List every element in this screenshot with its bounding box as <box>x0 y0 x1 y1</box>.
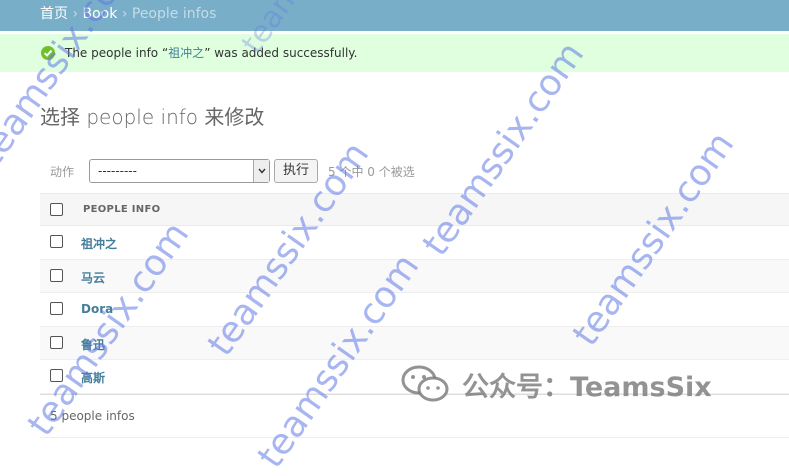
actions-bar: 动作 --------- 执行 5 个中 0 个被选 <box>40 158 789 184</box>
row-checkbox[interactable] <box>50 335 63 349</box>
result-list: PEOPLE INFO 祖冲之 马云 Dora 鲁迅 高斯 <box>40 193 789 394</box>
breadcrumb: 首页 › Book › People infos <box>0 0 789 31</box>
table-header: PEOPLE INFO <box>40 193 789 226</box>
table-row: 马云 <box>40 259 789 293</box>
breadcrumb-separator: › <box>72 6 79 22</box>
breadcrumb-home-link[interactable]: 首页 <box>40 6 68 22</box>
column-header-people-info[interactable]: PEOPLE INFO <box>83 204 160 215</box>
row-checkbox[interactable] <box>50 268 63 282</box>
table-row: 祖冲之 <box>40 226 789 260</box>
breadcrumb-separator: › <box>121 6 128 22</box>
chevron-down-icon[interactable] <box>253 160 269 182</box>
selection-counter: 5 个中 0 个被选 <box>328 164 415 179</box>
go-button[interactable]: 执行 <box>274 159 318 183</box>
row-checkbox[interactable] <box>50 235 63 248</box>
row-link[interactable]: 高斯 <box>81 369 105 386</box>
breadcrumb-current: People infos <box>131 6 217 22</box>
row-link[interactable]: 鲁迅 <box>81 336 105 353</box>
row-link[interactable]: 祖冲之 <box>81 235 117 252</box>
action-select[interactable]: --------- <box>89 159 270 183</box>
table-row: Dora <box>40 293 789 327</box>
message-prefix: The people info “ <box>65 46 169 60</box>
page-title: 选择 people info 来修改 <box>40 105 265 129</box>
row-link[interactable]: 马云 <box>81 269 105 286</box>
select-all-checkbox[interactable] <box>50 203 63 216</box>
success-check-icon <box>41 46 55 60</box>
table-row: 高斯 <box>40 360 789 394</box>
row-checkbox[interactable] <box>50 369 63 382</box>
action-label: 动作 <box>50 164 75 179</box>
message-object-link[interactable]: 祖冲之 <box>168 46 204 60</box>
message-suffix: ” was added successfully. <box>204 46 358 60</box>
breadcrumb-app-link[interactable]: Book <box>83 6 118 22</box>
row-link[interactable]: Dora <box>81 302 113 316</box>
success-message: The people info “祖冲之” was added successf… <box>0 34 789 72</box>
paginator: 5 people infos <box>40 394 789 438</box>
row-checkbox[interactable] <box>50 302 63 315</box>
action-select-value: --------- <box>98 164 137 178</box>
table-row: 鲁迅 <box>40 326 789 360</box>
